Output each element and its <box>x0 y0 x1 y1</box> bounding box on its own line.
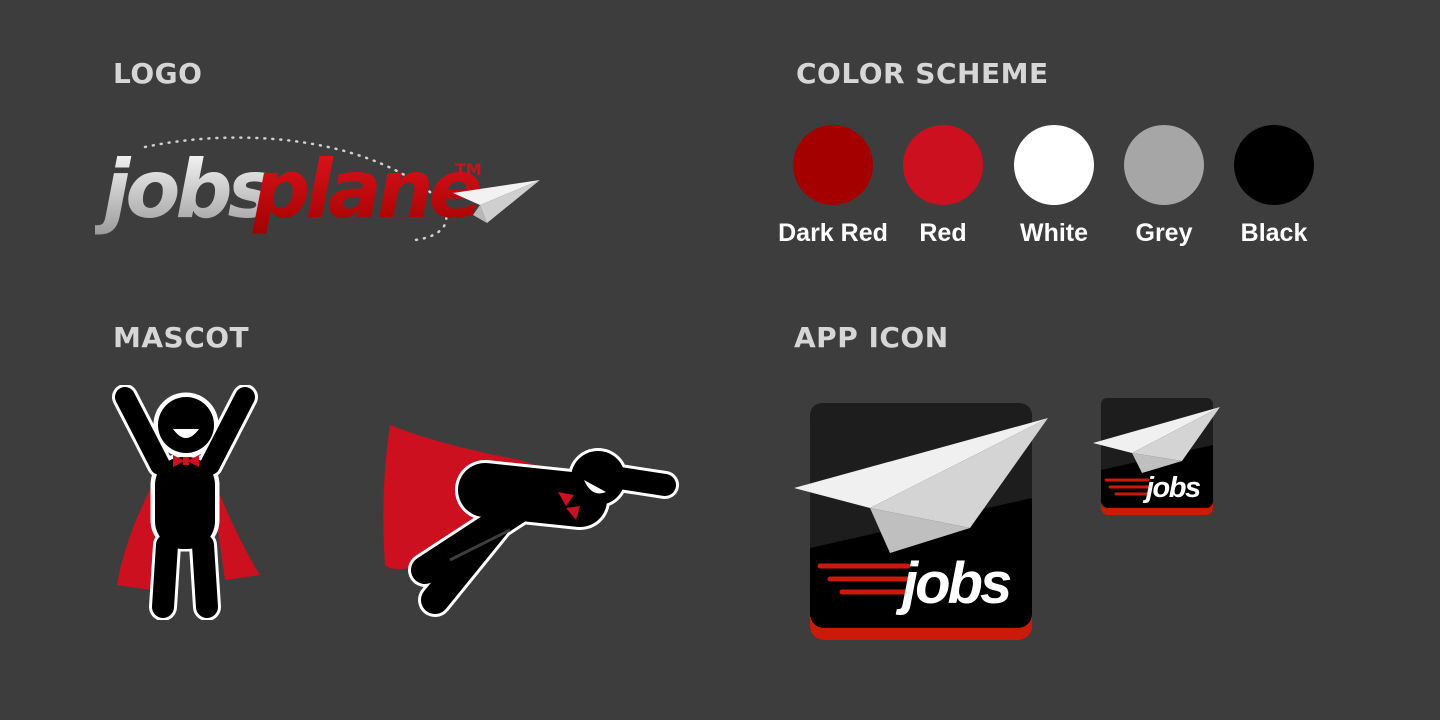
color-dot <box>793 125 873 205</box>
app-icon-section-title: APP ICON <box>794 321 949 354</box>
color-swatch-red: Red <box>888 125 998 246</box>
mascot-cheering-icon <box>112 385 260 620</box>
logo-section-title: LOGO <box>113 57 203 90</box>
app-icon-label: jobs <box>895 551 1011 616</box>
color-name: Black <box>1240 219 1308 247</box>
app-icon-small-label: jobs <box>1142 472 1201 504</box>
color-name: Grey <box>1135 219 1193 247</box>
color-dot <box>1124 125 1204 205</box>
logo-text-plane: plane <box>252 143 481 236</box>
color-dot <box>1234 125 1314 205</box>
color-swatch-white: White <box>999 125 1109 246</box>
color-swatch-dark-red: Dark Red <box>778 125 888 246</box>
app-icon[interactable]: jobs <box>790 398 1055 643</box>
color-scheme-section-title: COLOR SCHEME <box>796 57 1049 90</box>
jobsplane-logo: jobs plane TM <box>95 136 540 242</box>
color-dot <box>903 125 983 205</box>
color-swatch-grey: Grey <box>1109 125 1219 246</box>
color-name: Red <box>919 219 967 247</box>
mascot-flying-icon <box>383 425 679 617</box>
color-name: Dark Red <box>778 219 888 247</box>
color-dot <box>1014 125 1094 205</box>
app-icon-small[interactable]: jobs <box>1090 395 1225 520</box>
color-swatch-black: Black <box>1219 125 1329 246</box>
logo-text-jobs: jobs <box>95 143 273 236</box>
logo-trademark: TM <box>455 160 482 179</box>
color-name: White <box>1019 219 1089 247</box>
mascot-section-title: MASCOT <box>113 321 250 354</box>
